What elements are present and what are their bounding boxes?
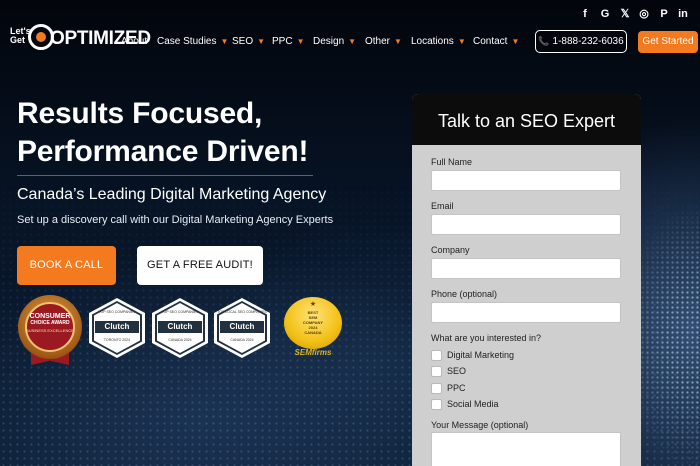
nav-item-contact[interactable]: Contact ▼ bbox=[473, 36, 519, 47]
semfirms-badge: ★ BEST SEM COMPANY 2024 CANADA SEMfirms bbox=[278, 297, 348, 359]
clutch-badge-local-seo: TOP LOCAL SEO COMPANIES Clutch CANADA 20… bbox=[214, 298, 270, 358]
nav-item-label: PPC bbox=[272, 36, 293, 47]
interest-label: What are you interested in? bbox=[431, 333, 542, 343]
chevron-down-icon: ▼ bbox=[257, 37, 266, 46]
checkbox-label: PPC bbox=[447, 383, 466, 393]
pinterest-icon[interactable]: P bbox=[657, 7, 671, 21]
nav-item-ppc[interactable]: PPC ▼ bbox=[272, 36, 304, 47]
hero-divider bbox=[17, 175, 313, 176]
badge-clutch-name: Clutch bbox=[158, 321, 202, 333]
form-header: Talk to an SEO Expert bbox=[412, 94, 641, 145]
phone-icon: 📞 bbox=[538, 36, 550, 46]
badge-top-text: TOP SEO COMPANIES bbox=[161, 310, 199, 314]
phone-number: 1-888-232-6036 bbox=[552, 36, 624, 47]
badge-line: CONSUMER bbox=[29, 313, 71, 320]
nav-item-design[interactable]: Design ▼ bbox=[313, 36, 356, 47]
checkbox[interactable] bbox=[431, 366, 442, 377]
instagram-icon[interactable]: ◎ bbox=[637, 7, 651, 21]
full-name-label: Full Name bbox=[431, 157, 473, 167]
badge-bottom-text: TORONTO 2024 bbox=[103, 338, 131, 342]
nav-item-about[interactable]: About bbox=[121, 36, 147, 47]
chevron-down-icon: ▼ bbox=[394, 37, 402, 46]
checkbox[interactable] bbox=[431, 350, 442, 361]
clutch-badge-canada: TOP SEO COMPANIES Clutch CANADA 2024 bbox=[152, 298, 208, 358]
message-textarea[interactable] bbox=[431, 432, 621, 466]
hero-title-line2: Performance Driven! bbox=[17, 135, 309, 168]
x-icon[interactable]: 𝕏 bbox=[618, 7, 632, 21]
phone-input[interactable] bbox=[431, 302, 621, 323]
checkbox-label: Social Media bbox=[447, 399, 499, 409]
nav-item-other[interactable]: Other ▼ bbox=[365, 36, 402, 47]
chevron-down-icon: ▼ bbox=[296, 37, 305, 46]
email-label: Email bbox=[431, 201, 454, 211]
logo[interactable]: Let's Get OPTIMIZED bbox=[10, 23, 151, 57]
badge-bottom-text: CANADA 2024 bbox=[168, 338, 192, 342]
chevron-down-icon: ▼ bbox=[511, 37, 520, 46]
nav-item-label: Other bbox=[365, 36, 391, 47]
checkbox[interactable] bbox=[431, 383, 442, 394]
checkbox-label: SEO bbox=[447, 366, 467, 376]
badge-title: CONSUMER CHOICE AWARD bbox=[17, 313, 83, 327]
email-input[interactable] bbox=[431, 214, 621, 235]
checkbox-label: Digital Marketing bbox=[447, 350, 515, 360]
semfirms-brand: SEMfirms bbox=[294, 348, 332, 357]
hero-subtitle: Canada’s Leading Digital Marketing Agenc… bbox=[17, 186, 327, 203]
nav-item-label: SEO bbox=[232, 36, 254, 47]
clutch-badge-toronto: TOP SEO COMPANIES Clutch TORONTO 2024 bbox=[89, 298, 145, 358]
google-icon[interactable]: G bbox=[598, 7, 612, 21]
chevron-down-icon: ▼ bbox=[348, 37, 357, 46]
badge-top-text: TOP LOCAL SEO COMPANIES bbox=[217, 310, 267, 314]
company-input[interactable] bbox=[431, 258, 621, 279]
company-label: Company bbox=[431, 245, 470, 255]
chevron-down-icon: ▼ bbox=[457, 37, 466, 46]
badge-top-text: TOP SEO COMPANIES bbox=[98, 310, 136, 314]
badge-text: BEST SEM COMPANY 2024 CANADA bbox=[284, 310, 342, 335]
contact-form-card: Talk to an SEO Expert bbox=[412, 94, 641, 466]
badge-medal-center bbox=[25, 302, 75, 352]
nav-item-label: Case Studies bbox=[157, 36, 217, 47]
badge-clutch-name: Clutch bbox=[95, 321, 139, 333]
checkbox[interactable] bbox=[431, 399, 442, 410]
badge-line: CANADA bbox=[304, 330, 322, 335]
nav-item-label: About bbox=[121, 36, 148, 47]
nav-item-locations[interactable]: Locations ▼ bbox=[411, 36, 466, 47]
get-started-button[interactable]: Get Started bbox=[638, 31, 698, 53]
badge-clutch-name: Clutch bbox=[220, 321, 264, 333]
chevron-down-icon: ▼ bbox=[220, 37, 229, 46]
nav-item-label: Design bbox=[313, 36, 345, 47]
nav-item-label: Contact bbox=[473, 36, 508, 47]
phone-button[interactable]: 📞 1-888-232-6036 bbox=[535, 30, 627, 53]
badge-caption: BUSINESS EXCELLENCE bbox=[26, 328, 74, 333]
nav-item-label: Locations bbox=[411, 36, 454, 47]
free-audit-button[interactable]: GET A FREE AUDIT! bbox=[137, 246, 263, 285]
facebook-icon[interactable]: f bbox=[578, 7, 592, 21]
phone-label: Phone (optional) bbox=[431, 289, 498, 299]
logo-tagline: Let's Get bbox=[10, 26, 31, 45]
badge-line: CHOICE AWARD bbox=[30, 320, 70, 326]
full-name-input[interactable] bbox=[431, 170, 621, 191]
hero-title: Results Focused, Performance Driven! bbox=[17, 95, 309, 171]
form-title: Talk to an SEO Expert bbox=[437, 111, 616, 131]
hero-title-line1: Results Focused, bbox=[17, 97, 263, 130]
star-icon: ★ bbox=[309, 301, 317, 308]
message-label: Your Message (optional) bbox=[431, 420, 529, 430]
nav-item-case-studies[interactable]: Case Studies ▼ bbox=[157, 36, 228, 47]
linkedin-icon[interactable]: in bbox=[676, 7, 690, 21]
hero-description: Set up a discovery call with our Digital… bbox=[17, 214, 334, 226]
consumer-choice-award-badge: CONSUMER CHOICE AWARD BUSINESS EXCELLENC… bbox=[17, 294, 83, 366]
social-links: f G 𝕏 ◎ P in bbox=[578, 7, 690, 21]
book-call-button[interactable]: BOOK A CALL bbox=[17, 246, 116, 285]
nav-item-seo[interactable]: SEO ▼ bbox=[232, 36, 265, 47]
badge-bottom-text: CANADA 2024 bbox=[230, 338, 254, 342]
